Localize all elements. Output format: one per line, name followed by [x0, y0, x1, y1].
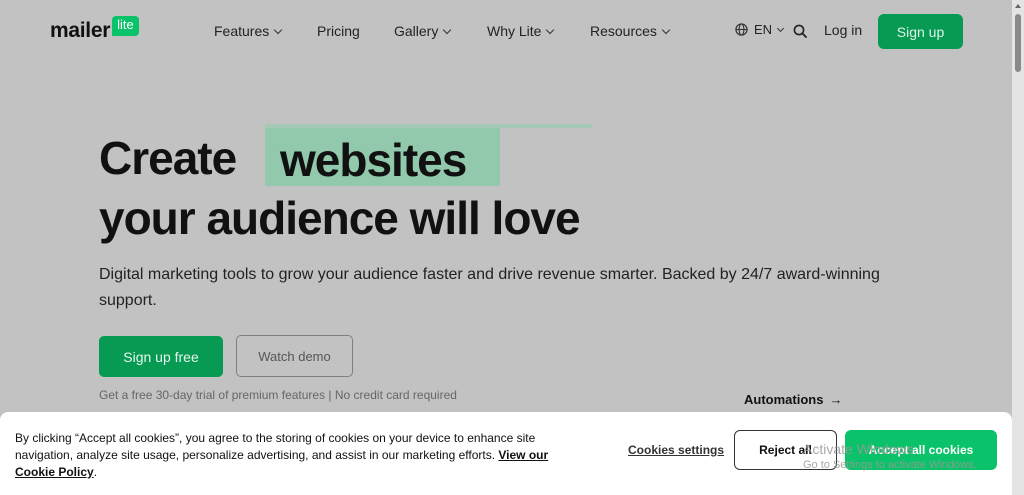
login-link[interactable]: Log in [824, 22, 862, 38]
nav-item-why-lite[interactable]: Why Lite [487, 22, 555, 40]
nav-item-label: Resources [590, 23, 657, 39]
hero-title-line1: Create [99, 132, 237, 184]
chevron-down-icon [777, 24, 785, 32]
logo[interactable]: mailer lite [50, 16, 139, 44]
language-selector[interactable]: EN [735, 22, 785, 37]
nav-item-label: Pricing [317, 23, 360, 39]
chevron-down-icon [546, 25, 555, 34]
cookie-period: . [93, 465, 98, 479]
globe-icon [735, 23, 748, 36]
hero-highlight-word: websites [280, 134, 467, 186]
search-icon[interactable] [793, 24, 807, 38]
activate-windows-subtext: Go to Settings to activate Windows. [803, 459, 977, 471]
chevron-down-icon [661, 25, 671, 34]
signup-button[interactable]: Sign up [878, 14, 963, 49]
activate-windows-watermark: Activate Windows [803, 441, 914, 457]
automations-link[interactable]: Automations → [744, 392, 842, 407]
scroll-up-icon[interactable] [1015, 4, 1021, 8]
trial-note: Get a free 30-day trial of premium featu… [99, 388, 457, 402]
scrollbar-thumb[interactable] [1015, 14, 1021, 72]
automations-label: Automations [744, 392, 824, 407]
nav-item-features[interactable]: Features [214, 22, 283, 40]
signup-free-button[interactable]: Sign up free [99, 336, 223, 377]
hero-subtitle: Digital marketing tools to grow your aud… [99, 266, 880, 309]
page: mailer lite Features Pricing Gallery Why… [0, 0, 1012, 495]
logo-text: mailer [50, 19, 111, 42]
language-label: EN [754, 22, 773, 37]
nav-item-label: Features [214, 23, 270, 39]
chevron-down-icon [443, 25, 452, 34]
logo-badge: lite [112, 16, 139, 36]
watch-demo-button[interactable]: Watch demo [236, 335, 353, 377]
vertical-scrollbar[interactable] [1012, 0, 1024, 495]
cookies-settings-link[interactable]: Cookies settings [628, 443, 724, 457]
nav-item-gallery[interactable]: Gallery [394, 22, 452, 40]
cookie-message: By clicking “Accept all cookies”, you ag… [15, 431, 536, 462]
cookie-text: By clicking “Accept all cookies”, you ag… [15, 430, 590, 481]
nav-item-label: Why Lite [487, 23, 542, 39]
nav-item-label: Gallery [394, 23, 439, 39]
top-nav: mailer lite Features Pricing Gallery Why… [0, 0, 1012, 62]
arrow-right-icon: → [829, 392, 843, 407]
nav-item-resources[interactable]: Resources [590, 22, 671, 40]
hero-title-line2: your audience will love [99, 192, 581, 244]
chevron-down-icon [274, 25, 283, 34]
nav-item-pricing[interactable]: Pricing [317, 22, 360, 40]
